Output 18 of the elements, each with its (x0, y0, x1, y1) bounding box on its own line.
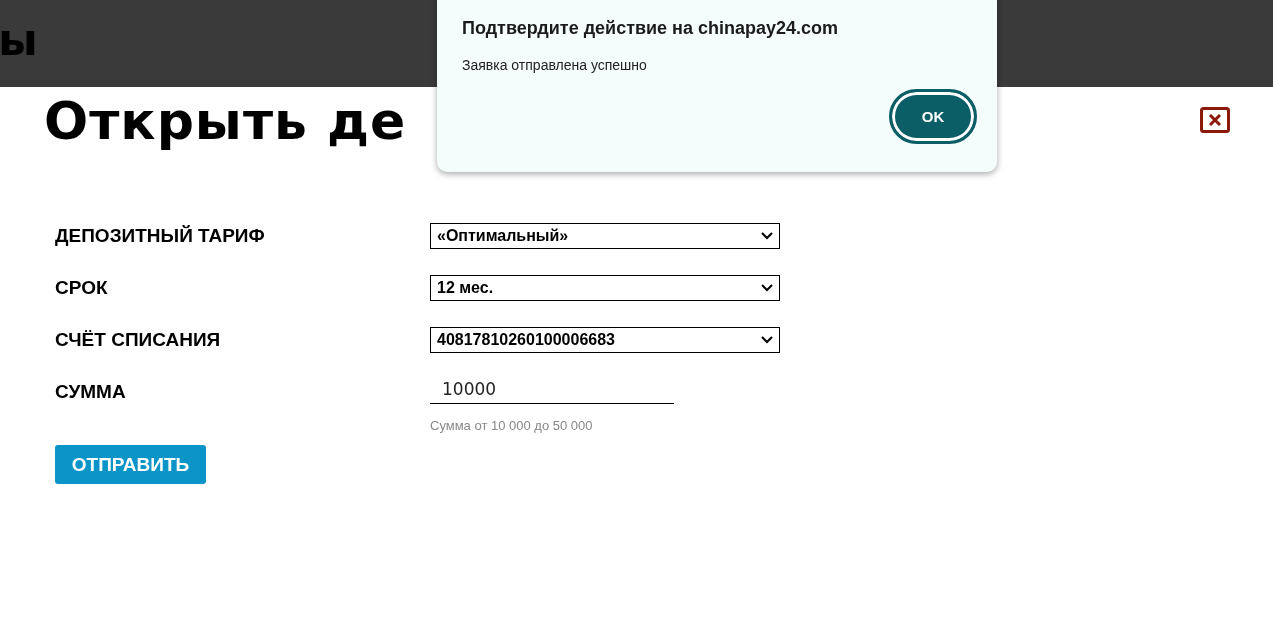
close-icon[interactable] (1200, 107, 1230, 133)
dialog-title: Подтвердите действие на chinapay24.com (462, 18, 840, 39)
ok-button[interactable]: OK (889, 89, 977, 144)
field-label: ДЕПОЗИТНЫЙ ТАРИФ (55, 224, 266, 248)
modal-title: Открыть де (44, 90, 407, 153)
dropdown[interactable]: 40817810260100006683 (430, 327, 780, 353)
amount-field[interactable]: 10000 (430, 379, 674, 404)
page-title: ы (0, 18, 38, 62)
chevron-icon (761, 232, 773, 240)
dialog-message: Заявка отправлена успешно (462, 57, 648, 73)
dropdown[interactable]: 12 мес. (430, 275, 780, 301)
hint-text: Сумма от 10 000 до 50 000 (430, 418, 594, 433)
field-label: СРОК (55, 276, 109, 300)
chevron-icon (761, 336, 773, 344)
field-label: СЧЁТ СПИСАНИЯ (55, 328, 222, 352)
chevron-icon (761, 284, 773, 292)
dropdown[interactable]: «Оптимальный» (430, 223, 780, 249)
field-label: СУММА (55, 380, 127, 404)
